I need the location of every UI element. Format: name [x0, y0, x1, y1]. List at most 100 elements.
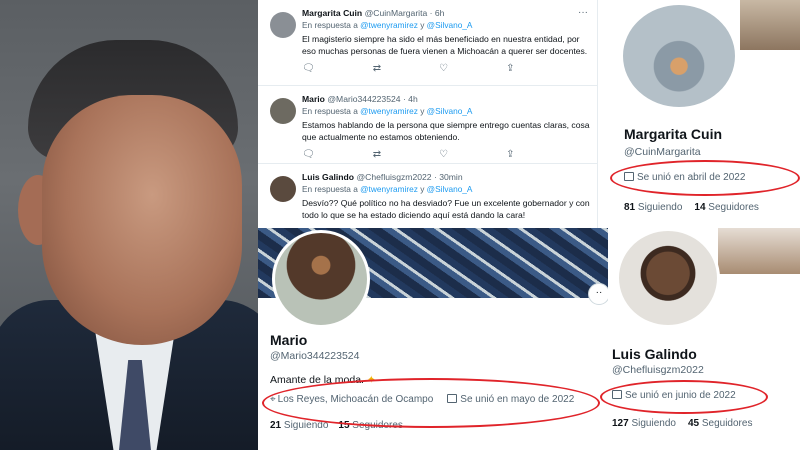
followers-label: Seguidores	[701, 418, 753, 429]
like-icon[interactable]: ♡	[439, 63, 448, 79]
following-link[interactable]: 21 Siguiendo	[270, 420, 328, 431]
profile-handle: @Mario344223524	[270, 350, 360, 362]
joined-item: Se unió en mayo de 2022	[447, 394, 574, 405]
mention-link[interactable]: @Silvano_A	[427, 106, 473, 116]
followers-link[interactable]: 15 Seguidores	[338, 420, 403, 431]
following-label: Siguiendo	[631, 418, 676, 429]
following-link[interactable]: 127 Siguiendo	[612, 418, 676, 429]
reply-icon[interactable]: 🗨	[302, 63, 315, 79]
tweet-text: Estamos hablando de la persona que siemp…	[302, 120, 590, 142]
calendar-icon	[447, 394, 458, 403]
profile-card-margarita: Margarita Cuin @CuinMargarita Se unió en…	[598, 0, 800, 228]
tweet-header: Luis Galindo @Chefluisgzm2022 · 30min	[302, 172, 590, 183]
reply-conjunction: y	[420, 20, 425, 30]
photo-face	[42, 95, 242, 345]
joined-date: Se unió en abril de 2022	[637, 172, 746, 183]
profile-handle: @Chefluisgzm2022	[612, 364, 704, 376]
politician-photo	[0, 0, 262, 450]
following-count: 21	[270, 420, 282, 431]
reply-context: En respuesta a @twenyramirez y @Silvano_…	[302, 19, 590, 31]
tweet-text: Desvío?? Qué político no ha desviado? Fu…	[302, 198, 590, 220]
profile-banner[interactable]	[740, 0, 800, 50]
joined-item: Se unió en abril de 2022	[624, 172, 745, 183]
followers-count: 15	[338, 420, 350, 431]
profile-meta: ⌖ Los Reyes, Michoacán de Ocampo Se unió …	[270, 394, 574, 405]
joined-date: Se unió en junio de 2022	[625, 390, 736, 401]
tweet-author-handle[interactable]: @Mario344223524	[327, 94, 400, 104]
following-label: Siguiendo	[637, 202, 683, 213]
reply-context: En respuesta a @twenyramirez y @Silvano_…	[302, 183, 590, 195]
tweet-author-name[interactable]: Luis Galindo	[302, 172, 354, 182]
following-count: 81	[624, 202, 636, 213]
profile-stats: 21 Siguiendo 15 Seguidores	[270, 420, 403, 431]
profile-avatar[interactable]	[620, 2, 738, 110]
share-icon[interactable]: ⇪	[506, 149, 514, 165]
following-link[interactable]: 81 Siguiendo	[624, 202, 682, 213]
mention-link[interactable]: @twenyramirez	[360, 184, 418, 194]
profile-name: Luis Galindo	[612, 346, 697, 362]
followers-label: Seguidores	[708, 202, 759, 213]
tweet-thread: Margarita Cuin @CuinMargarita · 6h ··· E…	[258, 0, 598, 228]
joined-date: Se unió en mayo de 2022	[460, 394, 575, 405]
calendar-icon	[624, 172, 634, 181]
retweet-icon[interactable]: ⇄	[373, 63, 381, 79]
followers-link[interactable]: 14 Seguidores	[694, 202, 759, 213]
following-count: 127	[612, 418, 629, 429]
tweet-header: Mario @Mario344223524 · 4h	[302, 94, 590, 105]
mention-link[interactable]: @Silvano_A	[427, 20, 473, 30]
reply-conjunction: y	[420, 184, 425, 194]
profile-avatar[interactable]	[272, 230, 370, 328]
tweet-author-name[interactable]: Margarita Cuin	[302, 8, 362, 18]
profile-card-luis: Luis Galindo @Chefluisgzm2022 Se unió en…	[608, 228, 800, 450]
profile-name: Margarita Cuin	[624, 126, 723, 142]
mention-link[interactable]: @Silvano_A	[427, 184, 473, 194]
tweet-author-name[interactable]: Mario	[302, 94, 325, 104]
followers-count: 14	[694, 202, 706, 213]
avatar[interactable]	[270, 176, 296, 202]
share-icon[interactable]: ⇪	[506, 63, 514, 79]
tweet-time[interactable]: · 4h	[403, 94, 418, 104]
tweet-card[interactable]: Luis Galindo @Chefluisgzm2022 · 30min En…	[258, 164, 598, 228]
tweet-header: Margarita Cuin @CuinMargarita · 6h	[302, 8, 590, 19]
reply-context: En respuesta a @twenyramirez y @Silvano_…	[302, 105, 590, 117]
profile-stats: 81 Siguiendo 14 Seguidores	[624, 202, 759, 213]
calendar-icon	[612, 390, 622, 399]
profile-stats: 127 Siguiendo 45 Seguidores	[612, 418, 752, 429]
tweet-author-handle[interactable]: @Chefluisgzm2022	[356, 172, 431, 182]
mention-link[interactable]: @twenyramirez	[360, 106, 418, 116]
like-icon[interactable]: ♡	[439, 149, 448, 165]
profile-card-mario: ·· Mario @Mario344223524 Amante de la mo…	[258, 228, 610, 450]
reply-prefix: En respuesta a	[302, 184, 358, 194]
tweet-card[interactable]: Mario @Mario344223524 · 4h En respuesta …	[258, 86, 598, 164]
tweet-author-handle[interactable]: @CuinMargarita	[365, 8, 428, 18]
reply-icon[interactable]: 🗨	[302, 149, 315, 165]
location-text: Los Reyes, Michoacán de Ocampo	[277, 394, 434, 405]
sparkle-emoji-icon: ✦	[366, 374, 376, 386]
more-options-icon[interactable]: ···	[578, 7, 588, 18]
location-item: ⌖ Los Reyes, Michoacán de Ocampo	[270, 394, 433, 405]
reply-prefix: En respuesta a	[302, 106, 358, 116]
bio-text: Amante de la moda.	[270, 374, 364, 386]
followers-link[interactable]: 45 Seguidores	[688, 418, 753, 429]
tweet-actions: 🗨 ⇄ ♡ ⇪	[302, 149, 590, 165]
profile-banner[interactable]	[718, 228, 800, 274]
mention-link[interactable]: @twenyramirez	[360, 20, 418, 30]
tweet-time[interactable]: · 30min	[434, 172, 463, 182]
retweet-icon[interactable]: ⇄	[373, 149, 381, 165]
location-pin-icon: ⌖	[270, 394, 276, 405]
profile-handle: @CuinMargarita	[624, 146, 701, 158]
profile-avatar[interactable]	[616, 228, 720, 328]
followers-count: 45	[687, 418, 700, 429]
more-options-icon[interactable]: ··	[588, 283, 610, 305]
reply-prefix: En respuesta a	[302, 20, 358, 30]
avatar[interactable]	[270, 98, 296, 124]
avatar[interactable]	[270, 12, 296, 38]
tweet-card[interactable]: Margarita Cuin @CuinMargarita · 6h ··· E…	[258, 0, 598, 86]
tweet-time[interactable]: · 6h	[430, 8, 445, 18]
tweet-text: El magisterio siempre ha sido el más ben…	[302, 34, 588, 56]
reply-conjunction: y	[420, 106, 425, 116]
tweet-actions: 🗨 ⇄ ♡ ⇪	[302, 63, 590, 79]
followers-label: Seguidores	[352, 420, 403, 431]
profile-bio: Amante de la moda. ✦	[270, 374, 376, 386]
joined-item: Se unió en junio de 2022	[612, 390, 736, 401]
